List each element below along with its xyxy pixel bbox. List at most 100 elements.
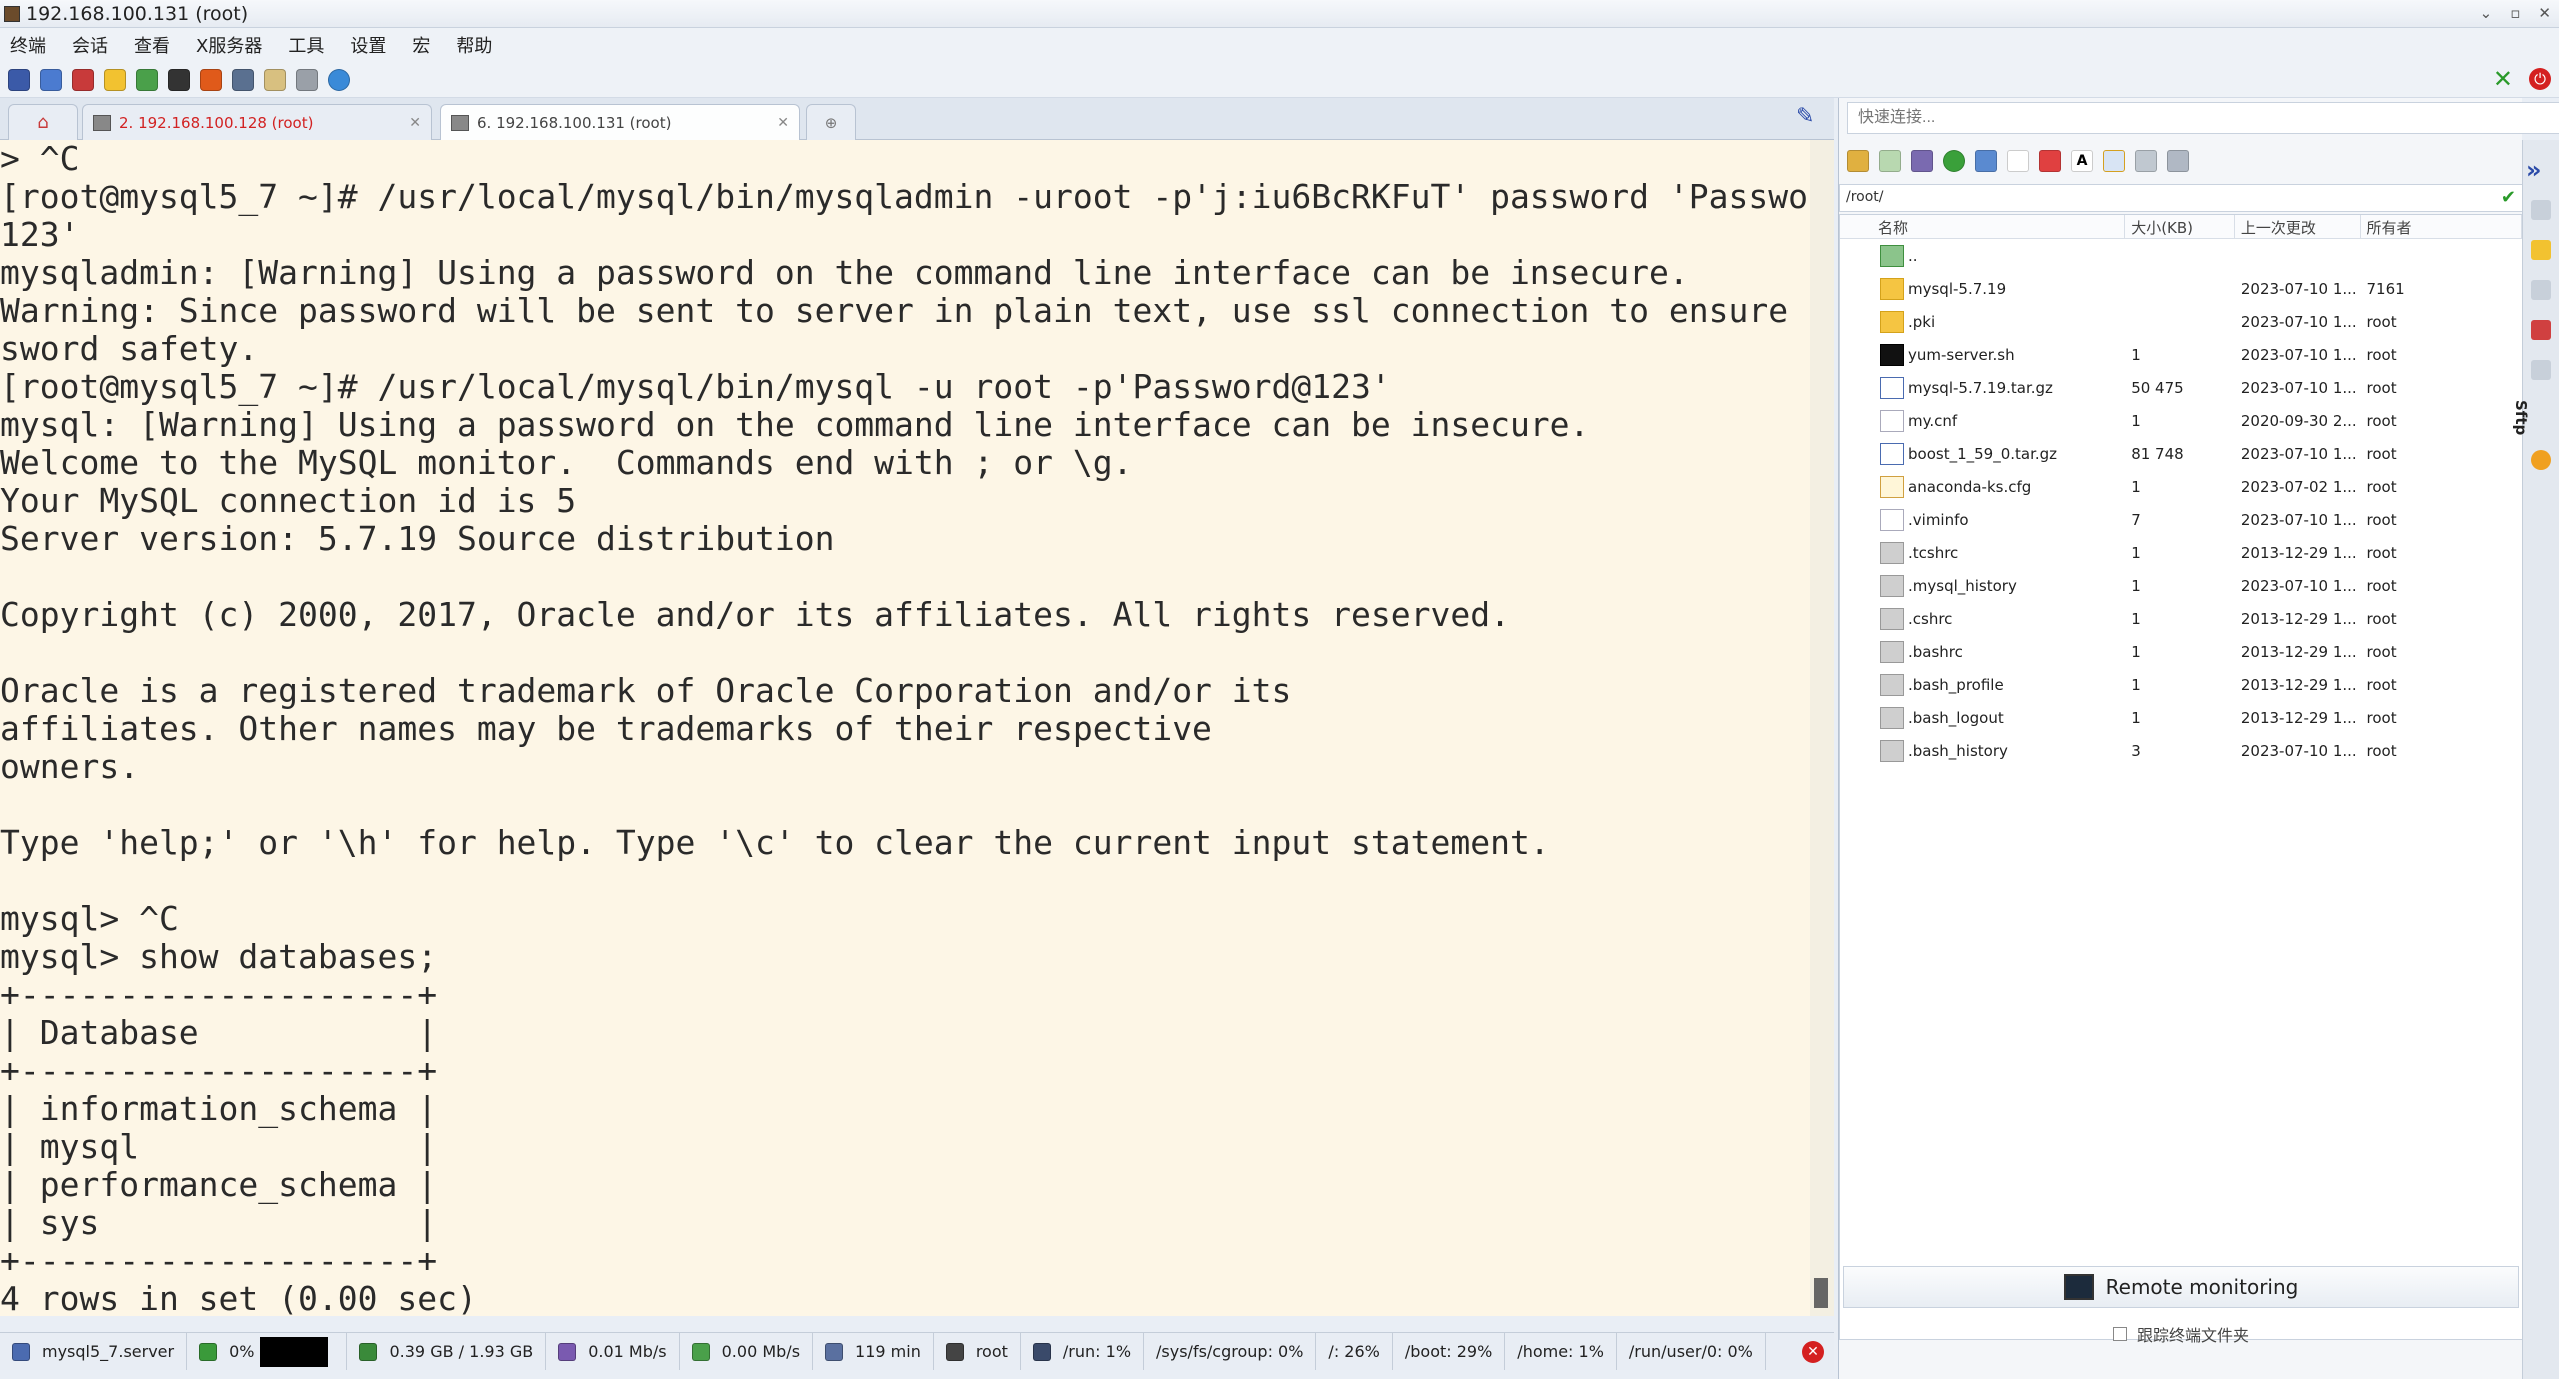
open-file-icon[interactable] [1975,150,1997,172]
new-file-icon[interactable] [2007,150,2029,172]
file-size: 1 [2131,642,2141,661]
file-name-cell: .viminfo [1840,508,2125,531]
file-name: .mysql_history [1908,576,2017,595]
menu-sessions[interactable]: 会话 [72,32,108,58]
quick-connect-input[interactable] [1847,102,2559,134]
minimize-icon[interactable]: ⌄ [2480,4,2493,22]
download-file-icon[interactable] [1879,150,1901,172]
split-icon[interactable] [168,68,190,91]
col-size[interactable]: 大小(KB) [2125,215,2235,238]
tab-home[interactable]: ⌂ [8,104,78,140]
remote-monitoring-button[interactable]: Remote monitoring [1843,1266,2519,1308]
servers-icon[interactable] [40,68,62,91]
disk-icon [1032,1342,1051,1361]
file-row[interactable]: mysql-5.7.19 2023-07-10 1... 7161 [1840,272,2522,305]
restore-icon[interactable]: ▫ [2510,4,2520,22]
menu-help[interactable]: 帮助 [456,32,492,58]
col-owner[interactable]: 所有者 [2361,215,2522,238]
terminal-scrollbar[interactable] [1810,140,1834,1316]
help-icon[interactable] [328,68,350,91]
delete-icon[interactable] [2039,150,2061,172]
file-name-cell: yum-server.sh [1840,343,2125,366]
file-row[interactable]: .mysql_history 1 2023-07-10 1... root [1840,569,2522,602]
file-row[interactable]: yum-server.sh 1 2023-07-10 1... root [1840,338,2522,371]
disconnect-icon[interactable]: ✕ [1802,1341,1824,1363]
file-row[interactable]: .bash_profile 1 2013-12-29 1... root [1840,668,2522,701]
file-row[interactable]: anaconda-ks.cfg 1 2023-07-02 1... root [1840,470,2522,503]
scroll-thumb[interactable] [1814,1278,1828,1308]
status-upload: 0.01 Mb/s [546,1333,680,1370]
macros-side-icon[interactable] [2531,320,2551,340]
favorites-side-icon[interactable] [2531,240,2551,260]
folder-file-icon [1880,277,1904,300]
tab-session-2[interactable]: 2. 192.168.100.128 (root) ✕ [82,104,432,140]
settings-gear-icon[interactable] [296,68,318,91]
file-row[interactable]: .pki 2023-07-10 1... root [1840,305,2522,338]
sessions-icon[interactable] [136,68,158,91]
exit-power-icon[interactable]: ⏻ [2529,68,2551,90]
rename-icon[interactable]: A [2071,150,2093,172]
view-mode-icon[interactable] [2103,150,2125,172]
menu-settings[interactable]: 设置 [350,32,386,58]
file-name: my.cnf [1908,411,1958,430]
col-name[interactable]: 名称 [1840,215,2126,238]
collapse-chevron-icon[interactable]: » [2526,156,2542,184]
tab-close-icon[interactable]: ✕ [777,115,789,131]
menu-xserver[interactable]: X服务器 [196,32,262,58]
refresh-icon[interactable] [1943,150,1965,172]
tab-close-icon[interactable]: ✕ [409,115,421,131]
packages-icon[interactable] [264,68,286,91]
close-icon[interactable]: ✕ [2538,4,2551,22]
hidden-file-icon [1880,673,1904,696]
games-side-icon[interactable] [2531,360,2551,380]
menu-macros[interactable]: 宏 [412,32,430,58]
follow-checkbox[interactable] [2112,1327,2127,1341]
multiexec-icon[interactable] [200,68,222,91]
file-row[interactable]: my.cnf 1 2020-09-30 2... root [1840,404,2522,437]
file-modified: 2023-07-10 1... [2240,279,2357,298]
file-name-cell: anaconda-ks.cfg [1840,475,2125,498]
file-row[interactable]: .. [1840,239,2522,272]
menu-view[interactable]: 查看 [134,32,170,58]
tunneling-icon[interactable] [232,68,254,91]
checkmark-icon[interactable]: ✔ [2501,187,2516,208]
session-icon[interactable] [8,68,30,91]
menu-bar: 终端 会话 查看 X服务器 工具 设置 宏 帮助 [0,28,2559,62]
terminal-sync-icon[interactable] [2167,150,2189,172]
attach-icon[interactable]: ✎ [1796,104,1824,132]
sftp-side-tab[interactable]: Sftp [2512,400,2530,435]
file-row[interactable]: .bash_logout 1 2013-12-29 1... root [1840,701,2522,734]
tools-icon[interactable] [72,68,94,91]
file-row[interactable]: .bash_history 3 2023-07-10 1... root [1840,734,2522,767]
xserver-icon[interactable]: ✕ [2493,67,2513,91]
file-row[interactable]: .viminfo 7 2023-07-10 1... root [1840,503,2522,536]
col-modified[interactable]: 上一次更改 [2235,215,2361,238]
path-input[interactable]: /root/ ✔ [1839,184,2523,212]
status-disk-boot: /boot: 29% [1393,1333,1506,1370]
file-name-cell: .bash_profile [1840,673,2125,696]
user-value: root [975,1342,1008,1361]
sessions-side-icon[interactable] [2531,200,2551,220]
file-row[interactable]: mysql-5.7.19.tar.gz 50 475 2023-07-10 1...… [1840,371,2522,404]
file-row[interactable]: .cshrc 1 2013-12-29 1... root [1840,602,2522,635]
disk-value: /boot: 29% [1404,1342,1493,1361]
file-row[interactable]: .tcshrc 1 2013-12-29 1... root [1840,536,2522,569]
main-toolbar: ✕ ⏻ [0,62,2559,98]
file-row[interactable]: .bashrc 1 2013-12-29 1... root [1840,635,2522,668]
file-name: yum-server.sh [1908,345,2015,364]
tab-session-6[interactable]: 6. 192.168.100.131 (root) ✕ [440,104,800,140]
menu-tools[interactable]: 工具 [288,32,324,58]
upload-file-icon[interactable] [1911,150,1933,172]
terminal-output[interactable]: > ^C [root@mysql5_7 ~]# /usr/local/mysql… [0,140,1810,1316]
parent-folder-icon[interactable] [1847,150,1869,172]
follow-terminal-folder[interactable]: 跟踪终端文件夹 [1839,1320,2523,1348]
chat-side-icon[interactable] [2531,450,2551,470]
new-tab-button[interactable]: ⊕ [806,104,856,140]
favorites-star-icon[interactable] [104,68,126,91]
file-modified: 2020-09-30 2... [2240,411,2357,430]
search-icon[interactable] [2135,150,2157,172]
remote-monitoring-label: Remote monitoring [2105,1275,2299,1299]
tools-side-icon[interactable] [2531,280,2551,300]
menu-terminal[interactable]: 终端 [10,32,46,58]
file-row[interactable]: boost_1_59_0.tar.gz 81 748 2023-07-10 1...… [1840,437,2522,470]
